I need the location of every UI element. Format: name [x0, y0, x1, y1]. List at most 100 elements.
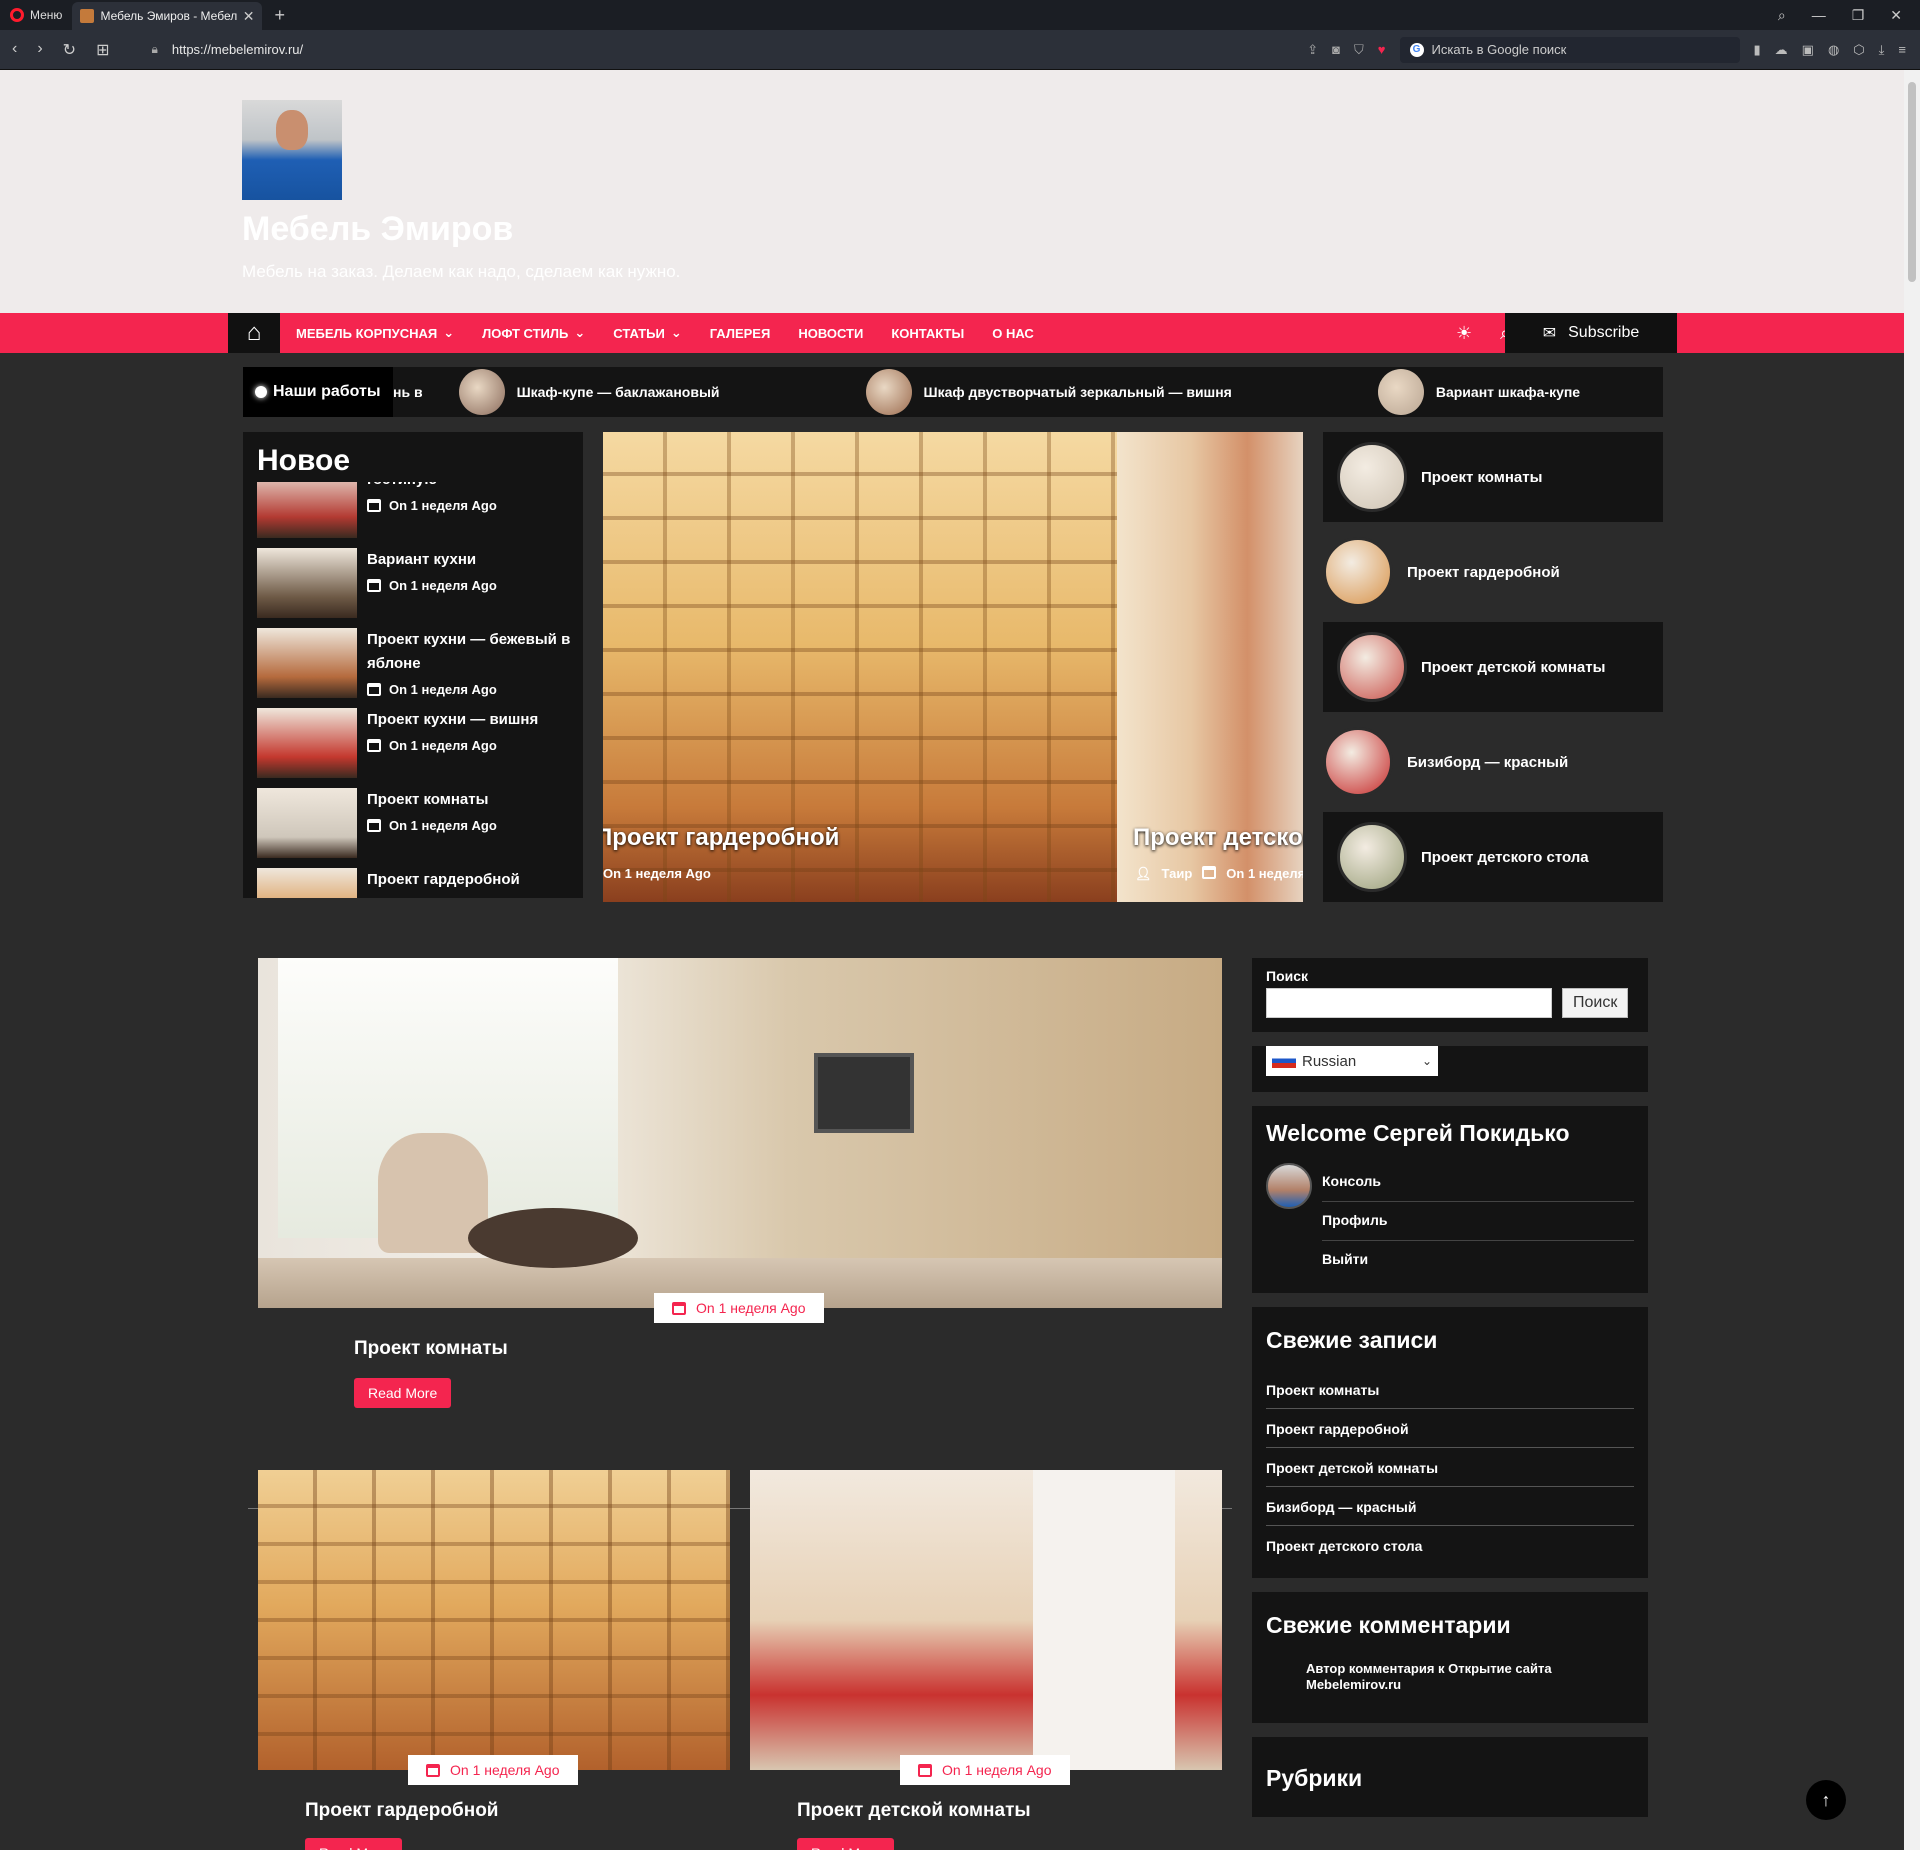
search-button[interactable]: Поиск	[1562, 988, 1629, 1018]
restore-icon[interactable]: ❐	[1852, 7, 1865, 24]
menu-item-5[interactable]: КОНТАКТЫ	[891, 326, 964, 341]
featured-item[interactable]: Бизиборд — красный	[1323, 717, 1663, 807]
user-link-2[interactable]: Выйти	[1322, 1241, 1634, 1279]
ticker-item[interactable]: Шкаф двустворчатый зеркальный — вишня	[865, 369, 1232, 415]
google-search-field[interactable]: G Искать в Google поиск	[1399, 36, 1740, 63]
post-left-title[interactable]: Проект гардеробной	[305, 1800, 498, 1822]
shield-icon[interactable]: ⛉	[1354, 42, 1364, 58]
back-icon[interactable]: ‹	[12, 40, 17, 60]
featured-thumb[interactable]	[1337, 442, 1407, 512]
easy-setup-icon[interactable]: ≡	[1898, 42, 1906, 58]
recent-post-link[interactable]: Бизиборд — красный	[1266, 1487, 1634, 1526]
new-post-title[interactable]: гостиную	[367, 482, 497, 492]
comment-text[interactable]: Автор комментария к Открытие сайта Mebel…	[1266, 1661, 1634, 1693]
new-post-thumb[interactable]	[257, 548, 357, 618]
cube-icon[interactable]: ⬡	[1853, 42, 1864, 58]
featured-item[interactable]: Проект детского стола	[1323, 812, 1663, 902]
post-right-title[interactable]: Проект детской комнаты	[797, 1800, 1031, 1822]
new-post-item[interactable]: гостиную On 1 неделя Ago	[257, 482, 577, 538]
featured-thumb[interactable]	[1337, 632, 1407, 702]
ticker-item[interactable]: нь в	[393, 384, 423, 400]
post-main-title[interactable]: Проект комнаты	[354, 1338, 508, 1360]
reload-icon[interactable]: ↻	[63, 40, 76, 60]
new-post-thumb[interactable]	[257, 482, 357, 538]
vpn-globe-icon[interactable]: ◍	[1828, 42, 1839, 58]
ticker-item[interactable]: Шкаф-купе — баклажановый	[458, 369, 720, 415]
heart-icon[interactable]: ♥	[1378, 42, 1386, 58]
new-post-title[interactable]: Проект комнаты	[367, 788, 497, 812]
featured-item[interactable]: Проект комнаты	[1323, 432, 1663, 522]
ticker-item[interactable]: Вариант шкафа-купе	[1377, 369, 1580, 415]
recent-post-link[interactable]: Проект гардеробной	[1266, 1409, 1634, 1448]
download-icon[interactable]: ⤓	[1879, 42, 1885, 58]
user-link-1[interactable]: Профиль	[1322, 1202, 1634, 1241]
post-right-read-more-button[interactable]: Read More	[797, 1838, 895, 1850]
translate-extension-icon[interactable]: ▣	[1802, 42, 1814, 58]
post-right-image[interactable]	[750, 1470, 1222, 1770]
minimize-icon[interactable]: —	[1812, 7, 1826, 24]
new-post-thumb[interactable]	[257, 788, 357, 858]
url-field[interactable]: https://mebelemirov.ru/	[172, 42, 303, 57]
featured-item[interactable]: Проект гардеробной	[1323, 527, 1663, 617]
recent-post-link[interactable]: Проект детского стола	[1266, 1526, 1634, 1564]
recent-post-link[interactable]: Проект комнаты	[1266, 1370, 1634, 1409]
slide-b-title[interactable]: Проект детской комнаты	[1133, 824, 1303, 852]
post-left-date-badge[interactable]: On 1 неделя Ago	[408, 1755, 578, 1785]
featured-slider[interactable]: Проект гардеробной On 1 неделя Ago Проек…	[603, 432, 1303, 902]
scrollbar-thumb[interactable]	[1908, 82, 1916, 282]
menu-item-6[interactable]: О НАС	[992, 326, 1034, 341]
weather-extension-icon[interactable]: ☁	[1775, 42, 1788, 58]
close-window-icon[interactable]: ✕	[1890, 7, 1902, 24]
browser-tab[interactable]: Мебель Эмиров - Мебель ✕	[72, 2, 263, 30]
language-select[interactable]: Russian ⌄	[1266, 1046, 1438, 1076]
post-main-read-more-button[interactable]: Read More	[354, 1378, 452, 1408]
new-post-title[interactable]: Проект кухни — бежевый в яблоне	[367, 628, 577, 676]
new-post-title[interactable]: Вариант кухни	[367, 548, 497, 572]
new-post-item[interactable]: Проект комнаты On 1 неделя Ago	[257, 788, 577, 858]
page-scrollbar[interactable]	[1904, 70, 1920, 1850]
post-left-read-more-button[interactable]: Read More	[305, 1838, 403, 1850]
new-post-item[interactable]: Вариант кухни On 1 неделя Ago	[257, 548, 577, 618]
post-left-image[interactable]	[258, 1470, 730, 1770]
post-right-date-badge[interactable]: On 1 неделя Ago	[900, 1755, 1070, 1785]
menu-item-0[interactable]: МЕБЕЛЬ КОРПУСНАЯ ⌄	[296, 325, 454, 341]
user-link-0[interactable]: Консоль	[1322, 1163, 1634, 1202]
new-post-thumb[interactable]	[257, 628, 357, 698]
slide-b-author[interactable]: Таир	[1162, 866, 1193, 882]
lock-icon[interactable]: 🔒︎	[151, 42, 157, 57]
featured-item[interactable]: Проект детской комнаты	[1323, 622, 1663, 712]
menu-item-4[interactable]: НОВОСТИ	[798, 326, 863, 341]
menu-item-2[interactable]: СТАТЬИ ⌄	[613, 325, 681, 341]
site-logo-photo[interactable]	[242, 100, 342, 200]
new-post-item[interactable]: Проект кухни — вишня On 1 неделя Ago	[257, 708, 577, 778]
opera-menu-button[interactable]: Меню	[0, 0, 72, 30]
scroll-to-top-icon[interactable]: ↑	[1806, 1780, 1846, 1820]
search-tabs-icon[interactable]: ⌕	[1778, 7, 1786, 24]
snapshot-icon[interactable]: ◙	[1332, 42, 1340, 58]
home-icon[interactable]: ⌂	[228, 313, 280, 353]
search-input[interactable]	[1266, 988, 1552, 1018]
new-tab-icon[interactable]: +	[262, 5, 297, 26]
flag-extension-icon[interactable]: ▮	[1754, 42, 1761, 58]
new-post-item[interactable]: Проект гардеробной	[257, 868, 577, 898]
recent-post-link[interactable]: Проект детской комнаты	[1266, 1448, 1634, 1487]
menu-item-1[interactable]: ЛОФТ СТИЛЬ ⌄	[482, 325, 585, 341]
subscribe-button[interactable]: ✉ Subscribe	[1505, 313, 1677, 353]
user-avatar[interactable]	[1266, 1163, 1312, 1209]
post-main-image[interactable]	[258, 958, 1222, 1308]
speed-dial-icon[interactable]: ⊞	[96, 40, 109, 60]
new-post-thumb[interactable]	[257, 708, 357, 778]
featured-thumb[interactable]	[1337, 822, 1407, 892]
new-post-title[interactable]: Проект гардеробной	[367, 868, 520, 892]
close-tab-icon[interactable]: ✕	[243, 8, 255, 25]
menu-item-3[interactable]: ГАЛЕРЕЯ	[710, 326, 771, 341]
featured-thumb[interactable]	[1323, 537, 1393, 607]
slide-a-title[interactable]: Проект гардеробной	[603, 824, 839, 852]
featured-thumb[interactable]	[1323, 727, 1393, 797]
share-icon[interactable]: ⇪	[1307, 42, 1318, 58]
theme-toggle-sun-icon[interactable]: ☀	[1456, 323, 1472, 344]
forward-icon[interactable]: ›	[37, 40, 42, 60]
new-post-thumb[interactable]	[257, 868, 357, 898]
new-post-item[interactable]: Проект кухни — бежевый в яблоне On 1 неде…	[257, 628, 577, 698]
post-main-date-badge[interactable]: On 1 неделя Ago	[654, 1293, 824, 1323]
